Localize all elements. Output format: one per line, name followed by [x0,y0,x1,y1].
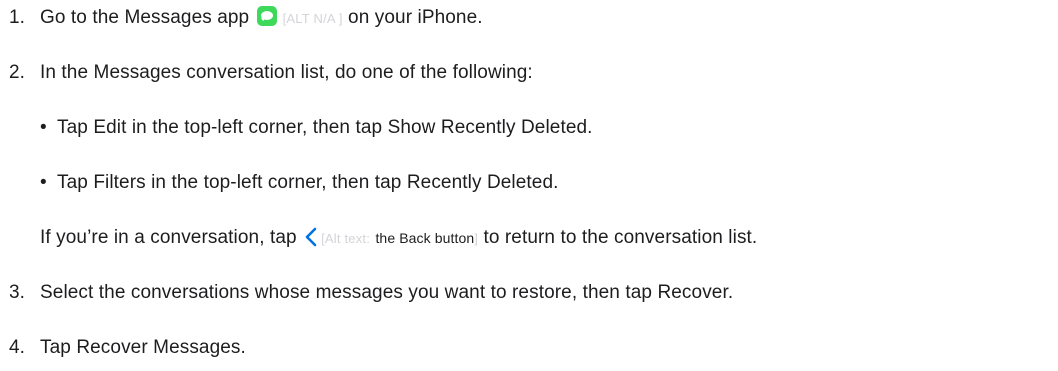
list-item: • Tap Edit in the top-left corner, then t… [40,116,593,140]
step-number: 3. [9,282,26,303]
step-number: 2. [9,62,26,83]
step-text: Select the conversations whose messages … [40,282,734,303]
step-3: 3. Select the conversations whose message… [9,281,733,305]
step-1: 1. Go to the Messages app [ALT N/A ] on y… [9,6,483,31]
note-text: to return to the conversation list. [483,227,758,248]
alt-text-suffix: ] [474,231,479,246]
bullet-text: Tap Filters in the top-left corner, then… [57,172,559,193]
step-4: 4. Tap Recover Messages. [9,336,246,360]
step-number: 1. [9,7,26,28]
note-text: If you’re in a conversation, tap [40,227,297,248]
alt-text-label: the Back button [375,230,475,246]
step-text: Go to the Messages app [40,7,250,28]
instructions-page: 1. Go to the Messages app [ALT N/A ] on y… [0,0,1058,371]
bullet-icon: • [40,117,47,138]
step-text: on your iPhone. [348,7,483,28]
step-text: Tap Recover Messages. [40,337,246,358]
step-2-note: If you’re in a conversation, tap [Alt te… [40,226,757,254]
step-text: In the Messages conversation list, do on… [40,62,533,83]
alt-text-placeholder: [ALT N/A ] [282,11,343,26]
list-item: • Tap Filters in the top-left corner, the… [40,171,559,195]
step-2: 2. In the Messages conversation list, do … [9,61,533,85]
chevron-left-icon [305,227,317,254]
bullet-icon: • [40,172,47,193]
bullet-text: Tap Edit in the top-left corner, then ta… [57,117,593,138]
messages-app-icon [256,6,277,26]
step-number: 4. [9,337,26,358]
alt-text-prefix: [Alt text: [321,231,371,246]
